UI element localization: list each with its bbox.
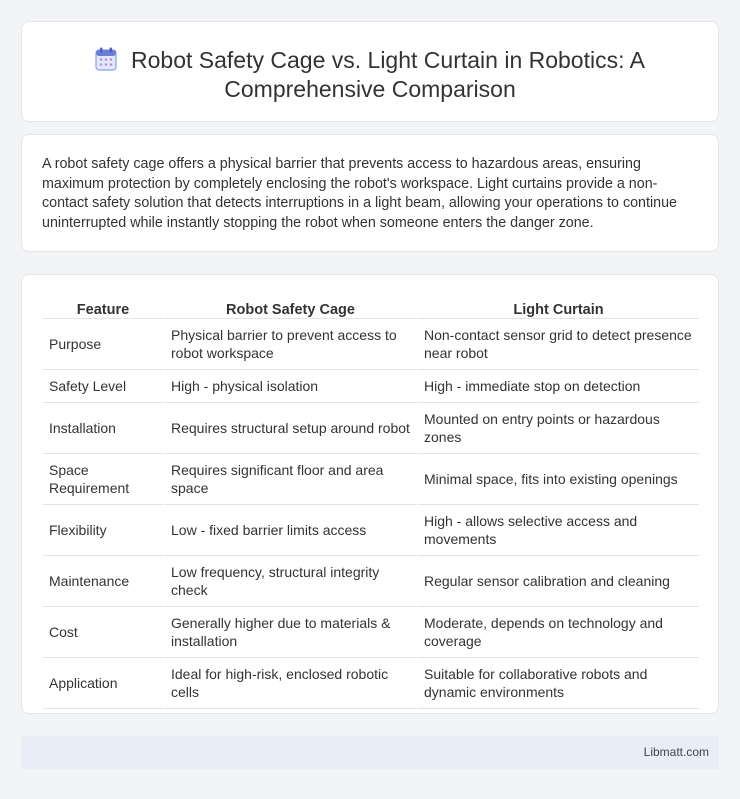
header-light-curtain: Light Curtain: [416, 297, 699, 319]
cage-cell: Physical barrier to prevent access to ro…: [163, 319, 416, 370]
feature-cell: Flexibility: [43, 505, 163, 556]
table-row: Flexibility Low - fixed barrier limits a…: [43, 505, 699, 556]
curtain-cell: Mounted on entry points or hazardous zon…: [416, 403, 699, 454]
intro-paragraph: A robot safety cage offers a physical ba…: [42, 156, 677, 231]
cage-cell: Requires significant floor and area spac…: [163, 454, 416, 505]
feature-cell: Maintenance: [43, 556, 163, 607]
cage-cell: High - physical isolation: [163, 370, 416, 403]
cage-cell: Ideal for high-risk, enclosed robotic ce…: [163, 658, 416, 709]
feature-cell: Application: [43, 658, 163, 709]
curtain-cell: Suitable for collaborative robots and dy…: [416, 658, 699, 709]
feature-cell: Cost: [43, 607, 163, 658]
cage-cell: Generally higher due to materials & inst…: [163, 607, 416, 658]
table-row: Application Ideal for high-risk, enclose…: [43, 658, 699, 709]
table-row: Installation Requires structural setup a…: [43, 403, 699, 454]
table-row: Purpose Physical barrier to prevent acce…: [43, 319, 699, 370]
page-title-wrap: Robot Safety Cage vs. Light Curtain in R…: [22, 46, 718, 104]
comparison-table: Feature Robot Safety Cage Light Curtain …: [43, 297, 699, 709]
cage-cell: Low frequency, structural integrity chec…: [163, 556, 416, 607]
header-feature: Feature: [43, 297, 163, 319]
calendar-icon: [95, 47, 117, 71]
curtain-cell: Regular sensor calibration and cleaning: [416, 556, 699, 607]
page-title: Robot Safety Cage vs. Light Curtain in R…: [131, 47, 645, 102]
table-row: Safety Level High - physical isolation H…: [43, 370, 699, 403]
footer-bar: Libmatt.com: [21, 736, 719, 769]
header-robot-safety-cage: Robot Safety Cage: [163, 297, 416, 319]
footer-brand-link[interactable]: Libmatt.com: [644, 745, 709, 759]
feature-cell: Installation: [43, 403, 163, 454]
feature-cell: Safety Level: [43, 370, 163, 403]
table-row: Space Requirement Requires significant f…: [43, 454, 699, 505]
intro-card: A robot safety cage offers a physical ba…: [21, 134, 719, 252]
cage-cell: Requires structural setup around robot: [163, 403, 416, 454]
curtain-cell: High - immediate stop on detection: [416, 370, 699, 403]
curtain-cell: Minimal space, fits into existing openin…: [416, 454, 699, 505]
table-row: Cost Generally higher due to materials &…: [43, 607, 699, 658]
cage-cell: Low - fixed barrier limits access: [163, 505, 416, 556]
comparison-card: Feature Robot Safety Cage Light Curtain …: [21, 274, 719, 714]
table-row: Maintenance Low frequency, structural in…: [43, 556, 699, 607]
feature-cell: Space Requirement: [43, 454, 163, 505]
curtain-cell: Moderate, depends on technology and cove…: [416, 607, 699, 658]
title-card: Robot Safety Cage vs. Light Curtain in R…: [21, 21, 719, 122]
table-header-row: Feature Robot Safety Cage Light Curtain: [43, 297, 699, 319]
curtain-cell: High - allows selective access and movem…: [416, 505, 699, 556]
curtain-cell: Non-contact sensor grid to detect presen…: [416, 319, 699, 370]
feature-cell: Purpose: [43, 319, 163, 370]
